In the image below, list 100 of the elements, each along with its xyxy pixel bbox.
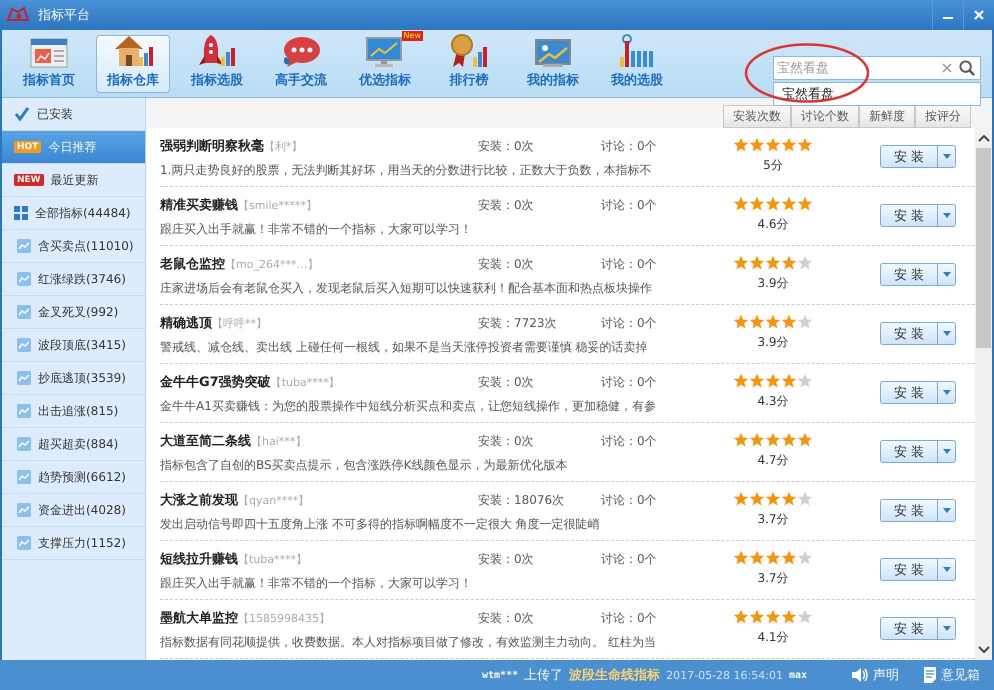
scroll-up-icon[interactable] bbox=[978, 134, 990, 142]
star-icon bbox=[749, 373, 765, 389]
sidebar-item[interactable]: 超买超卖(884) bbox=[2, 428, 145, 461]
indicator-name[interactable]: 老鼠仓监控 bbox=[160, 255, 225, 273]
chart-screen-icon bbox=[533, 36, 573, 68]
caret-icon bbox=[942, 390, 950, 395]
sort-button[interactable]: 按评分 bbox=[915, 105, 971, 128]
line-chart-icon bbox=[17, 239, 31, 253]
install-button[interactable]: 安 装 bbox=[880, 381, 938, 404]
dropdown-button[interactable] bbox=[938, 499, 956, 522]
indicator-name[interactable]: 墨航大单监控 bbox=[160, 609, 238, 627]
star-icon bbox=[765, 255, 781, 271]
sidebar-item[interactable]: 抄底逃顶(3539) bbox=[2, 362, 145, 395]
install-button[interactable]: 安 装 bbox=[880, 322, 938, 345]
toolbar-tab[interactable]: 指标仓库 bbox=[96, 34, 170, 92]
sidebar-item[interactable]: 金叉死叉(992) bbox=[2, 296, 145, 329]
toolbar-tab[interactable]: 排行榜 bbox=[432, 34, 506, 92]
sort-button[interactable]: 新鲜度 bbox=[859, 105, 915, 128]
caret-icon bbox=[942, 213, 950, 218]
rating-score: 3.9分 bbox=[757, 275, 789, 292]
indicator-name[interactable]: 金牛牛G7强势突破 bbox=[160, 373, 271, 391]
star-icon bbox=[749, 196, 765, 212]
web-page-icon bbox=[29, 36, 69, 68]
indicator-description: 指标数据有同花顺提供，收费数据。本人对指标项目做了修改，有效监测主力动向。 红柱为当 bbox=[160, 634, 656, 651]
author-name: 【smile*****】 bbox=[238, 198, 317, 213]
indicator-name[interactable]: 精确逃顶 bbox=[160, 314, 212, 332]
speech-bubble-icon bbox=[281, 34, 321, 68]
star-icon bbox=[765, 432, 781, 448]
sort-button[interactable]: 讨论个数 bbox=[791, 105, 859, 128]
dropdown-button[interactable] bbox=[938, 204, 956, 227]
rating-score: 4.1分 bbox=[757, 629, 789, 646]
sidebar-item[interactable]: NEW 最近更新 bbox=[2, 164, 145, 197]
star-icon bbox=[749, 432, 765, 448]
indicator-description: 跟庄买入出手就赢！非常不错的一个指标，大家可以学习！ bbox=[160, 575, 472, 592]
sidebar-item[interactable]: 全部指标(44484) bbox=[2, 197, 145, 230]
install-button[interactable]: 安 装 bbox=[880, 263, 938, 286]
sidebar-item[interactable]: 含买卖点(11010) bbox=[2, 230, 145, 263]
install-button[interactable]: 安 装 bbox=[880, 617, 938, 640]
dropdown-button[interactable] bbox=[938, 558, 956, 581]
caret-icon bbox=[942, 508, 950, 513]
upload-action: 上传了 bbox=[524, 667, 564, 684]
rocket-icon bbox=[197, 32, 237, 68]
toolbar-tab[interactable]: 指标首页 bbox=[12, 34, 86, 92]
dropdown-button[interactable] bbox=[938, 145, 956, 168]
dropdown-button[interactable] bbox=[938, 381, 956, 404]
indicator-name[interactable]: 强弱判断明察秋毫 bbox=[160, 137, 264, 155]
comment-count: 讨论：0个 bbox=[601, 492, 657, 509]
star-icon bbox=[765, 550, 781, 566]
toolbar-tab[interactable]: 我的指标 bbox=[516, 34, 590, 92]
star-icon bbox=[797, 314, 813, 330]
tag-badge: HOT bbox=[14, 141, 42, 153]
scroll-down-icon[interactable] bbox=[978, 646, 990, 654]
comment-count: 讨论：0个 bbox=[601, 315, 657, 332]
caret-icon bbox=[942, 449, 950, 454]
install-count: 安装：0次 bbox=[478, 433, 534, 450]
caret-icon bbox=[942, 272, 950, 277]
caret-icon bbox=[942, 154, 950, 159]
dropdown-button[interactable] bbox=[938, 322, 956, 345]
install-count: 安装：0次 bbox=[478, 551, 534, 568]
install-button[interactable]: 安 装 bbox=[880, 440, 938, 463]
indicator-description: 庄家进场后会有老鼠仓买入，发现老鼠后买入短期可以快速获利！配合基本面和热点板块操作 bbox=[160, 280, 652, 297]
dropdown-button[interactable] bbox=[938, 617, 956, 640]
search-icon[interactable] bbox=[959, 60, 976, 76]
dropdown-button[interactable] bbox=[938, 263, 956, 286]
install-button[interactable]: 安 装 bbox=[880, 204, 938, 227]
toolbar-tab[interactable]: 高手交流 bbox=[264, 34, 338, 92]
author-name: 【利*】 bbox=[264, 139, 302, 154]
indicator-name[interactable]: 精准买卖赚钱 bbox=[160, 196, 238, 214]
install-button[interactable]: 安 装 bbox=[880, 145, 938, 168]
star-icon bbox=[749, 255, 765, 271]
sort-button[interactable]: 安装次数 bbox=[723, 105, 791, 128]
toolbar-tab[interactable]: 我的选股 bbox=[600, 34, 674, 92]
scrollbar[interactable] bbox=[975, 128, 992, 660]
star-icon bbox=[733, 255, 749, 271]
scroll-thumb[interactable] bbox=[976, 148, 991, 348]
sidebar-item[interactable]: 支撑压力(1152) bbox=[2, 527, 145, 560]
sidebar-item[interactable]: 红涨绿跌(3746) bbox=[2, 263, 145, 296]
star-icon bbox=[749, 550, 765, 566]
line-chart-icon bbox=[17, 272, 31, 286]
toolbar-tab[interactable]: 指标选股 bbox=[180, 34, 254, 92]
sidebar-item[interactable]: 资金进出(4028) bbox=[2, 494, 145, 527]
rating-score: 4.6分 bbox=[757, 216, 789, 233]
star-icon bbox=[781, 255, 797, 271]
note-icon bbox=[923, 666, 937, 684]
logo-icon bbox=[6, 6, 30, 24]
star-icon bbox=[765, 491, 781, 507]
sidebar-item[interactable]: 波段顶底(3415) bbox=[2, 329, 145, 362]
dropdown-button[interactable] bbox=[938, 440, 956, 463]
indicator-name[interactable]: 大道至简二条线 bbox=[160, 432, 251, 450]
sidebar-item[interactable]: 趋势预测(6612) bbox=[2, 461, 145, 494]
clear-icon[interactable] bbox=[941, 62, 953, 74]
install-button[interactable]: 安 装 bbox=[880, 558, 938, 581]
indicator-description: 跟庄买入出手就赢！非常不错的一个指标，大家可以学习！ bbox=[160, 221, 472, 238]
star-icon bbox=[797, 550, 813, 566]
indicator-name[interactable]: 大涨之前发现 bbox=[160, 491, 238, 509]
upload-time: 2017-05-28 16:54:01 bbox=[666, 668, 783, 682]
author-name: 【qyan****】 bbox=[238, 493, 310, 508]
install-button[interactable]: 安 装 bbox=[880, 499, 938, 522]
sidebar-item[interactable]: 出击追涨(815) bbox=[2, 395, 145, 428]
indicator-name[interactable]: 短线拉升赚钱 bbox=[160, 550, 238, 568]
